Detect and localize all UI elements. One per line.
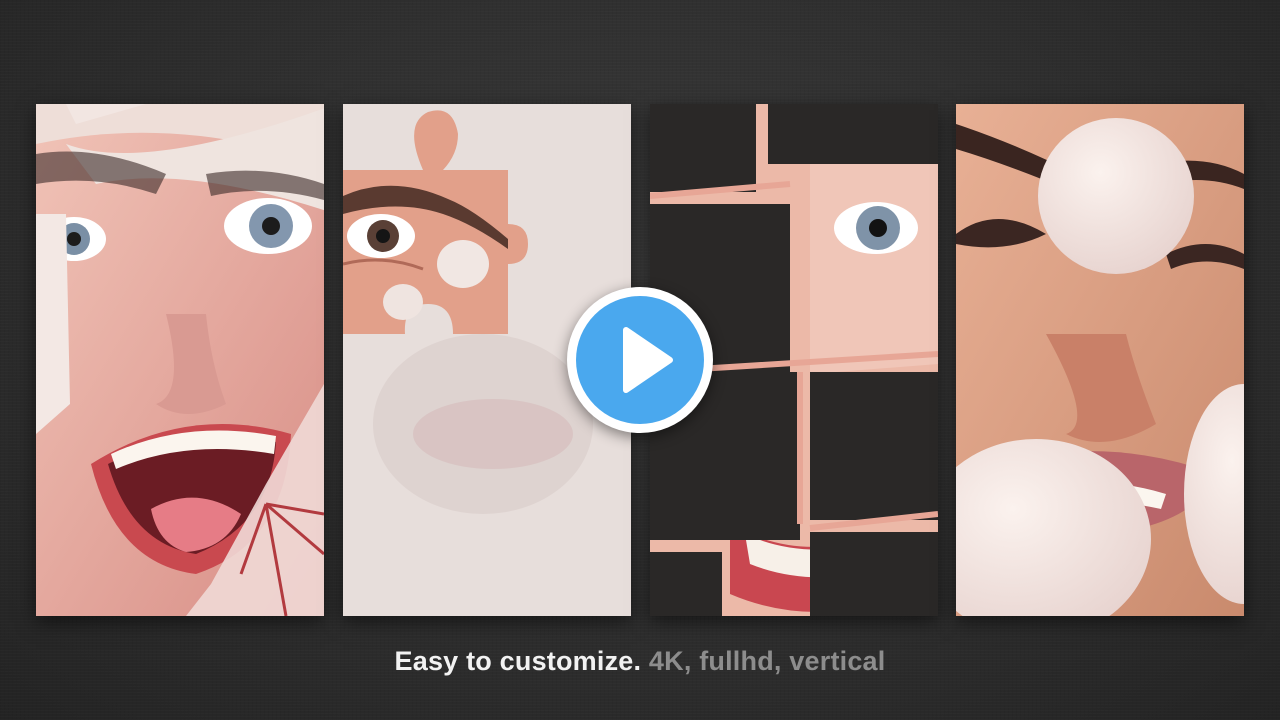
face-image-shattered	[36, 104, 324, 616]
play-button-circle	[576, 296, 704, 424]
video-caption: Easy to customize. 4K, fullhd, vertical	[0, 646, 1280, 677]
caption-primary: Easy to customize.	[394, 646, 642, 676]
play-icon	[623, 327, 673, 393]
preview-panel-shattered	[36, 104, 324, 616]
preview-panel-bubbles	[956, 104, 1244, 616]
caption-secondary: 4K, fullhd, vertical	[648, 646, 886, 676]
face-image-bubbles	[956, 104, 1244, 616]
play-button[interactable]	[567, 287, 713, 433]
